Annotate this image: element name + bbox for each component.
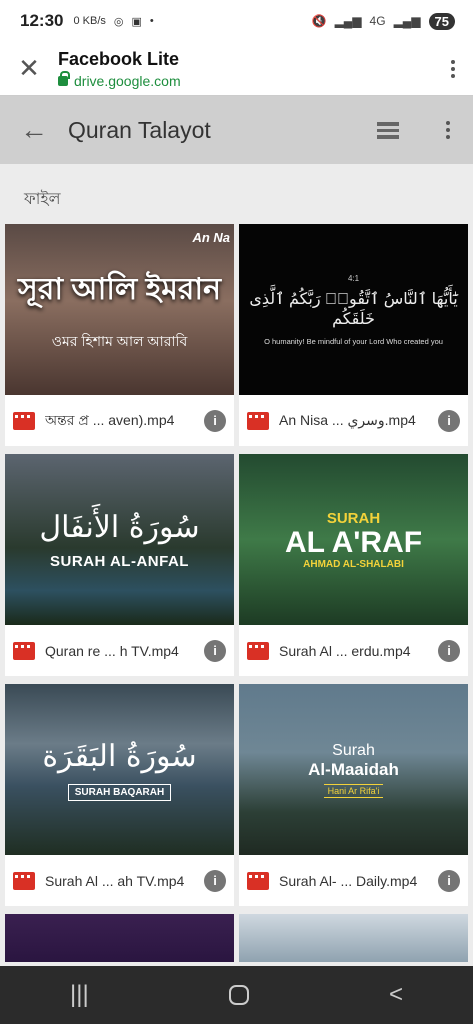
video-file-icon [247,641,269,660]
file-card[interactable]: SURAH AL A'RAF AHMAD AL-SHALABI Surah Al… [239,454,468,676]
file-card[interactable]: 4:1 يَٰٓأَيُّهَا ٱلنَّاسُ ٱتَّقُوا۟ رَبَ… [239,224,468,446]
thumb-translation: O humanity! Be mindful of your Lord Who … [264,336,443,346]
status-right: 🔇 ▂▄▆ 4G ▂▄▆ 75 [311,12,455,30]
file-card[interactable]: Surah Al-Maaidah Hani Ar Rifa'i Surah Al… [239,684,468,906]
card-footer: Quran re ... h TV.mp4 i [5,625,234,676]
app-bar: ← Quran Talayot [0,96,473,164]
file-name[interactable]: An Nisa ... وسري.mp4 [279,412,438,429]
network-type: 4G [369,14,386,28]
net-speed: 0 KB/s [73,15,106,27]
file-card[interactable] [5,914,234,962]
status-time: 12:30 [20,11,64,30]
thumb-subtitle: ওমর হিশাম আল আরাবি [51,333,188,349]
home-icon[interactable] [228,985,249,1005]
video-thumbnail[interactable] [239,914,468,962]
file-card[interactable]: سُورَةُ الأَنفَال SURAH AL-ANFAL Quran r… [5,454,234,676]
video-file-icon [13,411,35,430]
video-thumbnail[interactable]: Surah Al-Maaidah Hani Ar Rifa'i [239,684,468,855]
card-footer: Surah Al- ... Daily.mp4 i [239,855,468,906]
browser-titles: Facebook Lite drive.google.com [58,49,433,89]
whatsapp-icon: ◎ [113,15,124,28]
file-name[interactable]: Surah Al ... ah TV.mp4 [45,873,204,889]
lock-icon [58,70,70,86]
video-thumbnail[interactable]: An Na সূরা আলি ইমরান ওমর হিশাম আল আরাবি [5,224,234,395]
status-notification-icons: 0 KB/s ◎ ▣ • [73,15,153,28]
thumb-corner-text: An Na [192,230,230,245]
browser-bar: ✕ Facebook Lite drive.google.com [0,42,473,96]
file-card[interactable]: سُورَةُ البَقَرَة SURAH BAQARAH Surah Al… [5,684,234,906]
file-name[interactable]: Surah Al- ... Daily.mp4 [279,873,438,889]
info-icon[interactable]: i [438,409,460,432]
video-thumbnail[interactable]: SURAH AL A'RAF AHMAD AL-SHALABI [239,454,468,625]
recents-icon[interactable]: ||| [70,981,89,1009]
video-file-icon [247,871,269,890]
info-icon[interactable]: i [438,639,460,662]
status-bar: 12:30 0 KB/s ◎ ▣ • 🔇 ▂▄▆ 4G ▂▄▆ 75 [0,0,473,42]
thumb-reciter: AHMAD AL-SHALABI [303,558,404,570]
browser-title: Facebook Lite [58,48,180,69]
thumb-title: Al-Maaidah [308,759,399,779]
mute-icon: 🔇 [311,14,327,28]
browser-menu-icon[interactable] [433,59,473,78]
browser-url: drive.google.com [58,70,433,89]
file-name[interactable]: Quran re ... h TV.mp4 [45,643,204,659]
thumb-arabic: يَٰٓأَيُّهَا ٱلنَّاسُ ٱتَّقُوا۟ رَبَّكُم… [249,290,458,328]
thumb-title: AL A'RAF [284,525,423,559]
close-icon[interactable]: ✕ [0,53,58,84]
file-card[interactable] [239,914,468,962]
file-card[interactable]: An Na সূরা আলি ইমরান ওমর হিশাম আল আরাবি … [5,224,234,446]
back-arrow-icon[interactable]: ← [0,114,68,146]
file-name[interactable]: Surah Al ... erdu.mp4 [279,643,438,659]
battery-indicator: 75 [428,12,455,30]
thumb-reciter: Hani Ar Rifa'i [323,783,384,798]
info-icon[interactable]: i [204,409,226,432]
file-grid: An Na সূরা আলি ইমরান ওমর হিশাম আল আরাবি … [5,224,469,962]
thumb-top-label: SURAH [326,509,381,527]
video-file-icon [13,871,35,890]
thumb-calligraphy: سُورَةُ الأَنفَال [39,509,200,545]
thumb-calligraphy: سُورَةُ البَقَرَة [42,738,197,774]
info-icon[interactable]: i [204,639,226,662]
screenshot-icon: ▣ [131,15,142,28]
thumb-title: সূরা আলি ইমরান [18,273,221,306]
file-name[interactable]: অন্তর প্র ... aven).mp4 [45,409,204,433]
list-view-icon[interactable] [353,121,423,139]
video-file-icon [247,411,269,430]
thumb-title: SURAH AL-ANFAL [50,552,189,570]
more-options-icon[interactable] [423,121,473,139]
signal-icon-2: ▂▄▆ [393,14,421,28]
card-footer: An Nisa ... وسري.mp4 i [239,395,468,446]
section-label: ফাইল [24,191,61,208]
info-icon[interactable]: i [204,869,226,892]
dot-icon: • [149,15,154,27]
url-text: drive.google.com [74,72,181,89]
thumb-top-label: Surah [332,741,375,759]
thumb-title: SURAH BAQARAH [67,783,172,801]
video-thumbnail[interactable] [5,914,234,962]
video-thumbnail[interactable]: سُورَةُ البَقَرَة SURAH BAQARAH [5,684,234,855]
thumb-verse-ref: 4:1 [347,273,360,283]
back-icon[interactable]: < [389,981,403,1009]
video-thumbnail[interactable]: 4:1 يَٰٓأَيُّهَا ٱلنَّاسُ ٱتَّقُوا۟ رَبَ… [239,224,468,395]
signal-icon: ▂▄▆ [334,14,362,28]
card-footer: অন্তর প্র ... aven).mp4 i [5,395,234,446]
card-footer: Surah Al ... ah TV.mp4 i [5,855,234,906]
system-nav-bar: ||| < [0,966,473,1024]
page-title: Quran Talayot [68,116,211,143]
info-icon[interactable]: i [438,869,460,892]
video-file-icon [13,641,35,660]
video-thumbnail[interactable]: سُورَةُ الأَنفَال SURAH AL-ANFAL [5,454,234,625]
card-footer: Surah Al ... erdu.mp4 i [239,625,468,676]
